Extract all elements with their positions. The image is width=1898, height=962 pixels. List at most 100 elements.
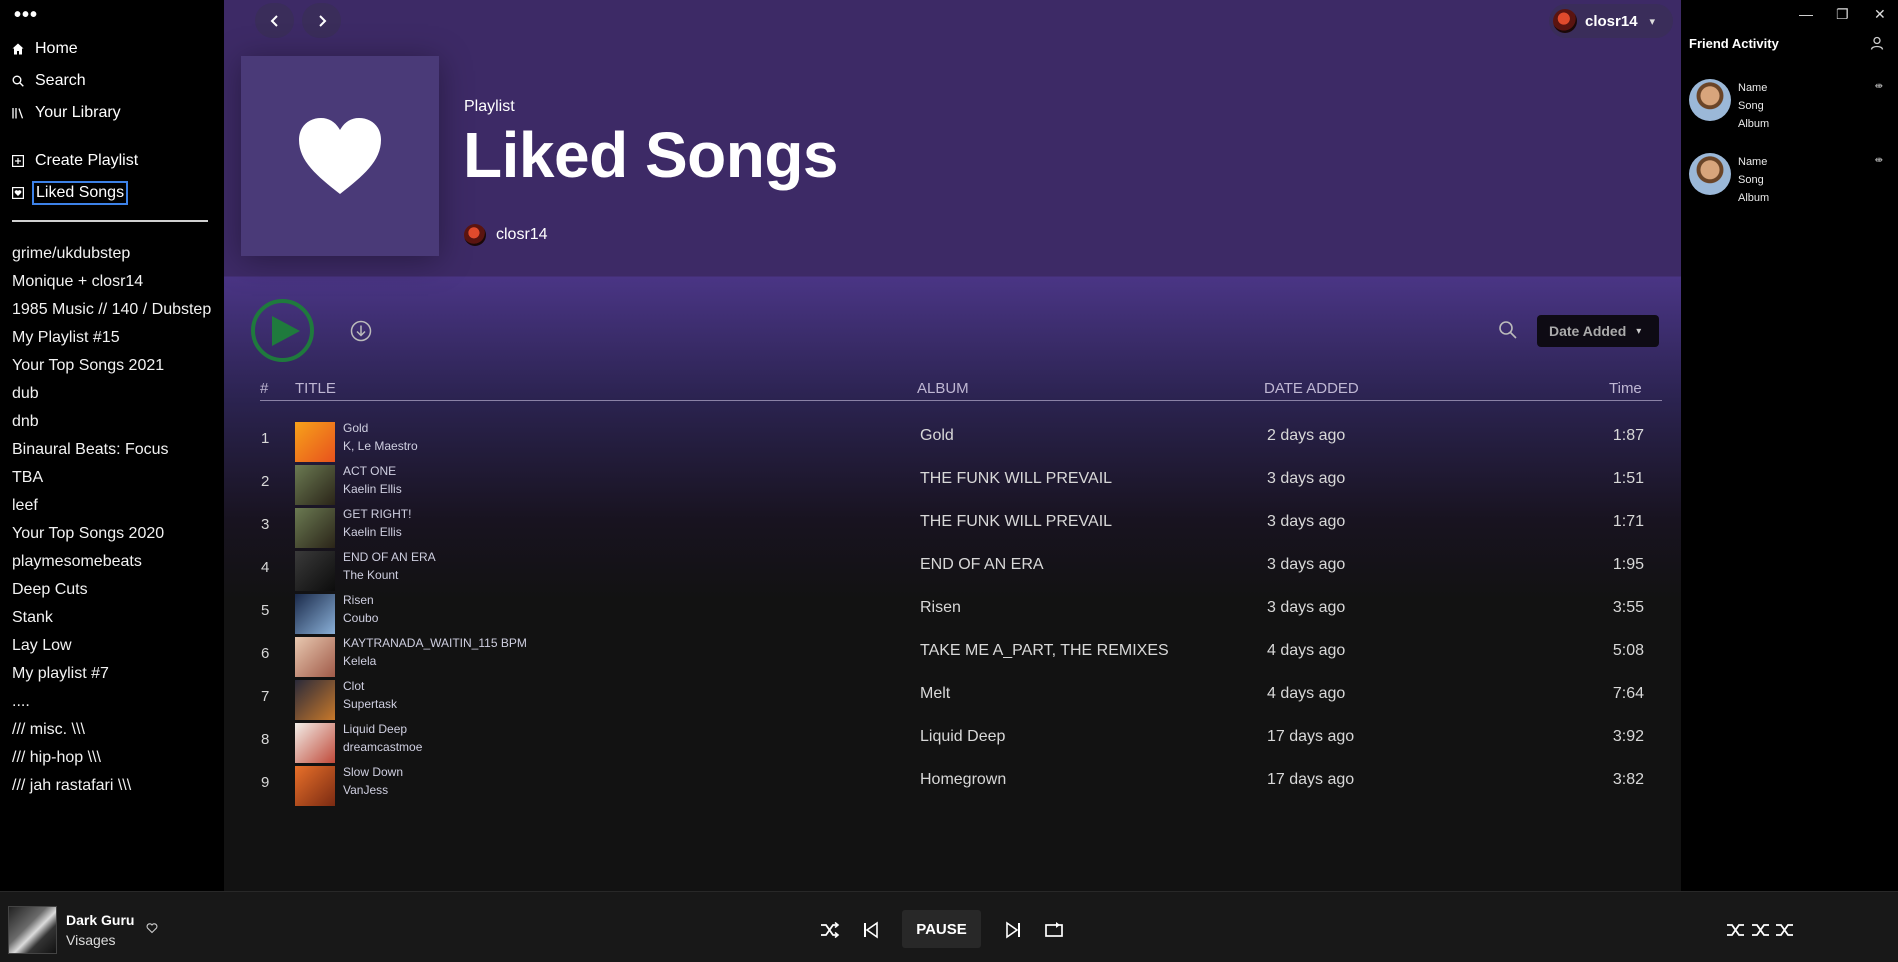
now-playing-title[interactable]: Dark Guru xyxy=(66,912,134,928)
friend-item[interactable]: Name Song Album ⇼ xyxy=(1689,153,1889,213)
col-header-date[interactable]: DATE ADDED xyxy=(1264,380,1359,397)
col-header-num: # xyxy=(260,380,269,397)
back-button[interactable] xyxy=(255,3,294,38)
previous-icon[interactable] xyxy=(861,921,881,939)
sidebar-playlist-item[interactable]: Binaural Beats: Focus xyxy=(12,437,212,465)
track-artist[interactable]: Supertask xyxy=(343,697,397,711)
track-number: 9 xyxy=(261,774,270,791)
nav-home-label: Home xyxy=(35,40,78,57)
sidebar-playlist-item[interactable]: My Playlist #15 xyxy=(12,325,212,353)
track-album[interactable]: THE FUNK WILL PREVAIL xyxy=(920,470,1112,488)
track-artist[interactable]: dreamcastmoe xyxy=(343,740,422,754)
sidebar-playlist-item[interactable]: leef xyxy=(12,493,212,521)
track-number: 3 xyxy=(261,516,270,533)
sidebar-playlist-item[interactable]: Your Top Songs 2020 xyxy=(12,521,212,549)
track-date-added: 4 days ago xyxy=(1267,685,1346,702)
track-artist[interactable]: Kelela xyxy=(343,654,376,668)
track-artist[interactable]: VanJess xyxy=(343,783,388,797)
audio-wave-icon: ⇼ xyxy=(1874,155,1883,166)
track-album[interactable]: TAKE ME A_PART, THE REMIXES xyxy=(920,642,1169,660)
shuffle-icon[interactable] xyxy=(1775,921,1795,939)
track-artist[interactable]: Coubo xyxy=(343,611,378,625)
table-row[interactable]: 9 Slow Down VanJess Homegrown 17 days ago 3:8… xyxy=(224,758,1681,810)
nav-home[interactable]: Home xyxy=(12,38,78,60)
track-artist[interactable]: Kaelin Ellis xyxy=(343,482,402,496)
create-playlist-button[interactable]: Create Playlist xyxy=(12,150,138,172)
nav-library[interactable]: Your Library xyxy=(12,102,121,124)
restore-icon[interactable]: ❐ xyxy=(1836,6,1849,23)
album-art xyxy=(295,422,335,462)
playlist-owner[interactable]: closr14 xyxy=(464,224,548,246)
shuffle-icon[interactable] xyxy=(820,921,840,939)
forward-button[interactable] xyxy=(302,3,341,38)
track-title[interactable]: Gold xyxy=(343,421,368,435)
search-in-playlist-icon[interactable] xyxy=(1498,320,1518,340)
sidebar-playlist-item[interactable]: Monique + closr14 xyxy=(12,269,212,297)
col-header-title[interactable]: TITLE xyxy=(295,380,336,397)
track-album[interactable]: Melt xyxy=(920,685,950,703)
track-album[interactable]: THE FUNK WILL PREVAIL xyxy=(920,513,1112,531)
track-album[interactable]: Homegrown xyxy=(920,771,1006,789)
owner-name: closr14 xyxy=(496,226,548,243)
track-number: 1 xyxy=(261,430,270,447)
track-album[interactable]: Liquid Deep xyxy=(920,728,1005,746)
friend-name: Name xyxy=(1738,156,1768,168)
now-playing-artist[interactable]: Visages xyxy=(66,932,116,948)
sidebar-playlist-item[interactable]: Your Top Songs 2021 xyxy=(12,353,212,381)
friend-info: Name Song Album xyxy=(1738,79,1769,133)
sidebar-playlist-item[interactable]: Deep Cuts xyxy=(12,577,212,605)
track-album[interactable]: END OF AN ERA xyxy=(920,556,1044,574)
track-title[interactable]: KAYTRANADA_WAITIN_115 BPM xyxy=(343,636,527,650)
sort-dropdown[interactable]: Date Added ▾ xyxy=(1537,315,1659,347)
person-icon[interactable] xyxy=(1870,36,1884,50)
sidebar-playlist-item[interactable]: grime/ukdubstep xyxy=(12,241,212,269)
sidebar-playlist-item[interactable]: /// hip-hop \\\ xyxy=(12,745,212,773)
create-playlist-label: Create Playlist xyxy=(35,152,139,169)
sidebar-playlist-item[interactable]: .... xyxy=(12,689,212,717)
sidebar-playlist-item[interactable]: TBA xyxy=(12,465,212,493)
friend-item[interactable]: Name Song Album ⇼ xyxy=(1689,79,1889,139)
track-title[interactable]: ACT ONE xyxy=(343,464,396,478)
col-header-time[interactable]: Time xyxy=(1609,380,1642,397)
owner-avatar xyxy=(464,224,486,246)
track-album[interactable]: Risen xyxy=(920,599,961,617)
heart-outline-icon[interactable] xyxy=(146,922,158,934)
sidebar-playlist-item[interactable]: /// misc. \\\ xyxy=(12,717,212,745)
track-artist[interactable]: K, Le Maestro xyxy=(343,439,418,453)
col-header-album[interactable]: ALBUM xyxy=(917,380,969,397)
track-number: 6 xyxy=(261,645,270,662)
close-icon[interactable]: ✕ xyxy=(1874,6,1886,23)
nav-search[interactable]: Search xyxy=(12,70,86,92)
track-title[interactable]: Clot xyxy=(343,679,364,693)
sidebar-playlist-item[interactable]: /// jah rastafari \\\ xyxy=(12,773,212,801)
main-view: closr14 ▾ Playlist Liked Songs closr14 D… xyxy=(224,0,1681,891)
track-title[interactable]: END OF AN ERA xyxy=(343,550,436,564)
sidebar-playlist-item[interactable]: dnb xyxy=(12,409,212,437)
sidebar-playlist-item[interactable]: Lay Low xyxy=(12,633,212,661)
play-button[interactable] xyxy=(251,299,314,362)
app-menu-button[interactable]: ••• xyxy=(14,4,38,27)
track-title[interactable]: GET RIGHT! xyxy=(343,507,411,521)
shuffle-icon[interactable] xyxy=(1751,921,1771,939)
sidebar-playlist-item[interactable]: playmesomebeats xyxy=(12,549,212,577)
pause-button[interactable]: PAUSE xyxy=(902,910,981,948)
friend-info: Name Song Album xyxy=(1738,153,1769,207)
liked-songs-nav[interactable]: Liked Songs xyxy=(12,181,129,205)
shuffle-icon[interactable] xyxy=(1726,921,1746,939)
repeat-icon[interactable] xyxy=(1044,921,1064,939)
track-title[interactable]: Risen xyxy=(343,593,374,607)
sidebar-playlist-item[interactable]: My playlist #7 xyxy=(12,661,212,689)
track-title[interactable]: Liquid Deep xyxy=(343,722,407,736)
download-icon[interactable] xyxy=(350,320,372,342)
user-menu-button[interactable]: closr14 ▾ xyxy=(1549,4,1673,38)
sidebar-playlist-item[interactable]: Stank xyxy=(12,605,212,633)
track-album[interactable]: Gold xyxy=(920,427,954,445)
minimize-icon[interactable]: — xyxy=(1799,6,1813,22)
track-artist[interactable]: Kaelin Ellis xyxy=(343,525,402,539)
now-playing-cover[interactable] xyxy=(8,906,57,954)
track-artist[interactable]: The Kount xyxy=(343,568,398,582)
sidebar-playlist-item[interactable]: 1985 Music // 140 / Dubstep xyxy=(12,297,212,325)
sidebar-playlist-item[interactable]: dub xyxy=(12,381,212,409)
track-title[interactable]: Slow Down xyxy=(343,765,403,779)
next-icon[interactable] xyxy=(1003,921,1023,939)
